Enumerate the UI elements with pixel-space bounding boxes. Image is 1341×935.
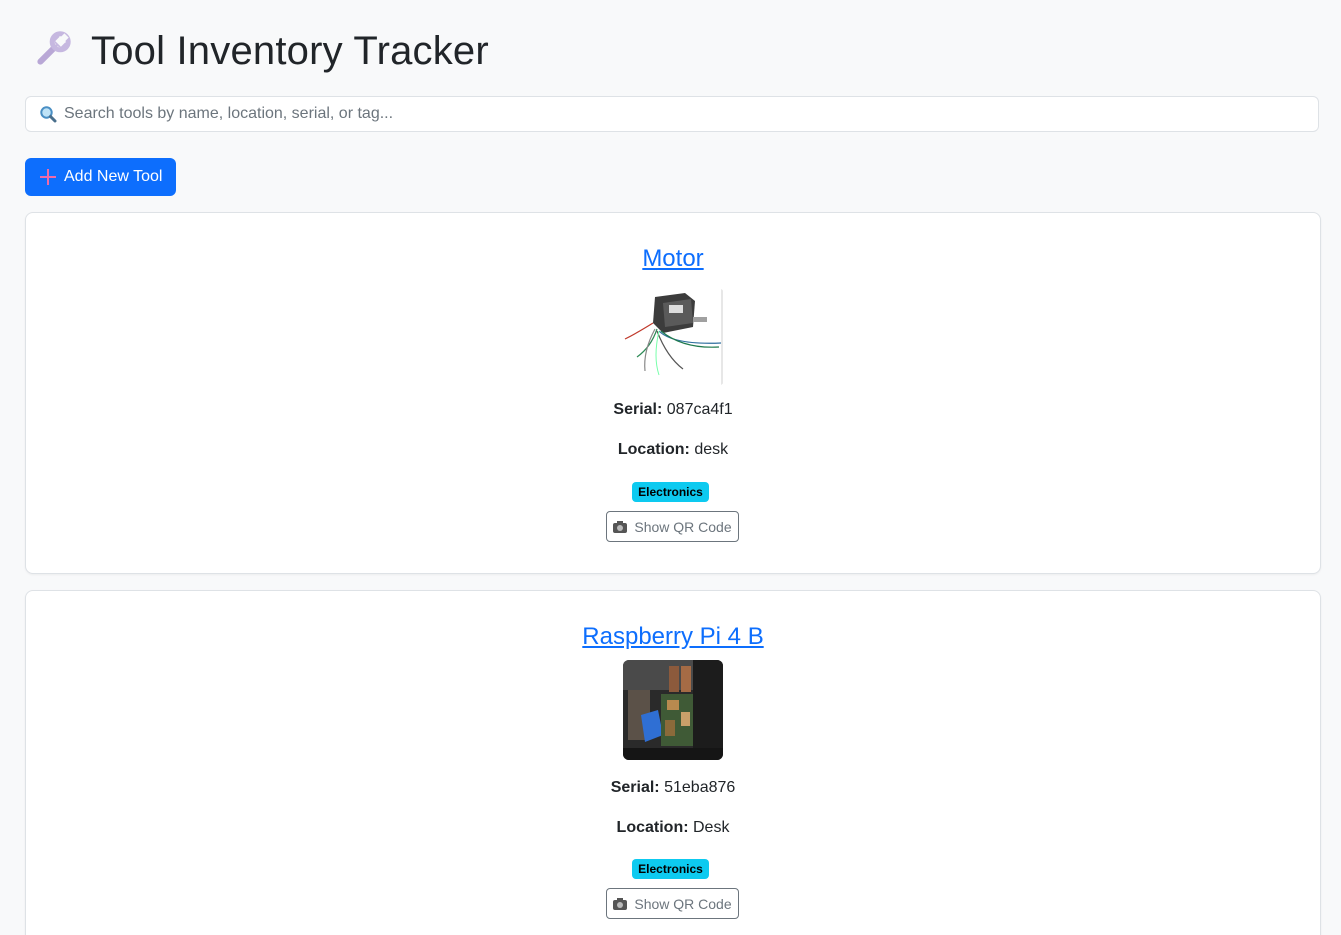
serial-label: Serial: [613, 401, 663, 418]
search-icon [40, 106, 57, 123]
location-label: Location: [616, 819, 689, 836]
location-value: Desk [693, 819, 730, 836]
plus-icon [40, 169, 56, 185]
location-value: desk [694, 441, 729, 458]
add-new-tool-label: Add New Tool [64, 168, 163, 185]
tool-card: Motor Serial: 087ca4f1 Location: desk El… [25, 212, 1321, 574]
show-qr-code-button[interactable]: Show QR Code [606, 511, 739, 542]
location-row: Location: Desk [26, 819, 1320, 837]
page: Tool Inventory Tracker Add New Tool Moto… [0, 0, 1341, 935]
tag-badge[interactable]: Electronics [632, 482, 709, 502]
page-title: Tool Inventory Tracker [91, 29, 489, 73]
raspberry-pi-photo [623, 660, 723, 760]
search-input[interactable] [64, 105, 1318, 123]
tool-image [623, 287, 723, 387]
serial-row: Serial: 087ca4f1 [26, 401, 1320, 419]
show-qr-code-button[interactable]: Show QR Code [606, 888, 739, 919]
serial-value: 087ca4f1 [666, 401, 733, 418]
serial-row: Serial: 51eba876 [26, 779, 1320, 797]
tool-name-link[interactable]: Motor [26, 245, 1320, 273]
wrench-icon [37, 31, 71, 65]
show-qr-code-label: Show QR Code [634, 895, 732, 912]
serial-value: 51eba876 [664, 779, 736, 796]
location-row: Location: desk [26, 441, 1320, 459]
tool-name-link[interactable]: Raspberry Pi 4 B [26, 623, 1320, 651]
add-new-tool-button[interactable]: Add New Tool [25, 158, 176, 196]
motor-photo [623, 287, 723, 387]
location-label: Location: [617, 441, 690, 458]
search-box[interactable] [25, 96, 1319, 132]
serial-label: Serial: [610, 779, 660, 796]
camera-icon [613, 520, 628, 533]
tag-badge[interactable]: Electronics [632, 859, 709, 879]
show-qr-code-label: Show QR Code [634, 518, 732, 535]
tool-card: Raspberry Pi 4 B Serial: 51eba876 Locati… [25, 590, 1321, 935]
tool-image [623, 660, 723, 760]
header: Tool Inventory Tracker [31, 28, 489, 74]
camera-icon [613, 897, 628, 910]
